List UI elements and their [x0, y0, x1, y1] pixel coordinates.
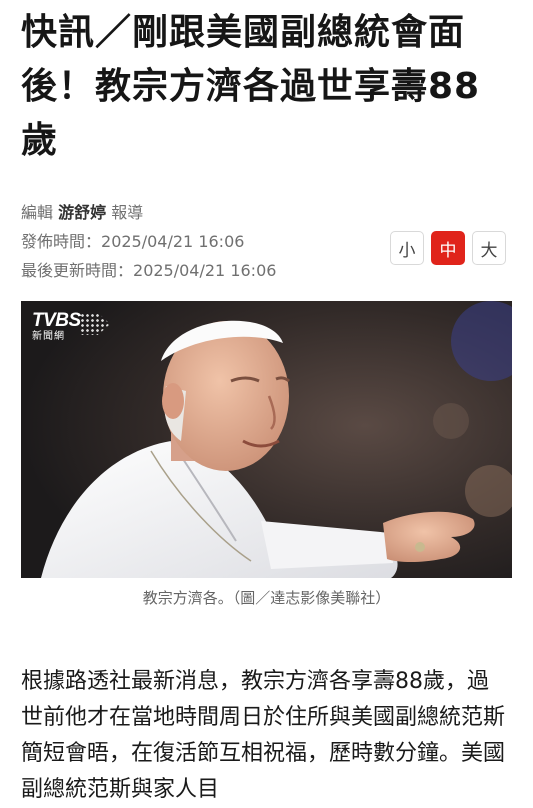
published-line: 發佈時間：2025/04/21 16:06 [21, 227, 276, 256]
editor-line: 編輯 游舒婷 報導 [21, 198, 276, 227]
font-size-selector: 小 中 大 [390, 231, 506, 265]
updated-label: 最後更新時間： [21, 261, 134, 280]
article-photo[interactable]: TVBS 新聞網 [21, 301, 512, 578]
updated-line: 最後更新時間：2025/04/21 16:06 [21, 256, 276, 285]
article-meta: 編輯 游舒婷 報導 發佈時間：2025/04/21 16:06 最後更新時間：2… [21, 198, 276, 285]
tvbs-logo: TVBS 新聞網 [32, 310, 110, 343]
font-size-small-button[interactable]: 小 [390, 231, 424, 265]
pope-photo-illustration [21, 301, 512, 578]
published-label: 發佈時間： [21, 232, 102, 251]
font-size-medium-button[interactable]: 中 [431, 231, 465, 265]
logo-sub-text: 新聞網 [32, 331, 65, 342]
article-body: 根據路透社最新消息，教宗方濟各享壽88歲，過世前他才在當地時間周日於住所與美國副… [21, 669, 506, 802]
editor-name[interactable]: 游舒婷 [58, 203, 106, 222]
editor-prefix: 編輯 [21, 203, 54, 222]
photo-caption: 教宗方濟各。（圖／達志影像美聯社） [142, 589, 391, 607]
editor-suffix: 報導 [111, 203, 144, 222]
published-time: 2025/04/21 16:06 [101, 232, 245, 251]
article-headline: 快訊／剛跟美國副總統會面後！教宗方濟各過世享壽88歲 [21, 12, 481, 161]
logo-main-text: TVBS [32, 310, 81, 331]
font-size-large-button[interactable]: 大 [472, 231, 506, 265]
updated-time: 2025/04/21 16:06 [133, 261, 277, 280]
